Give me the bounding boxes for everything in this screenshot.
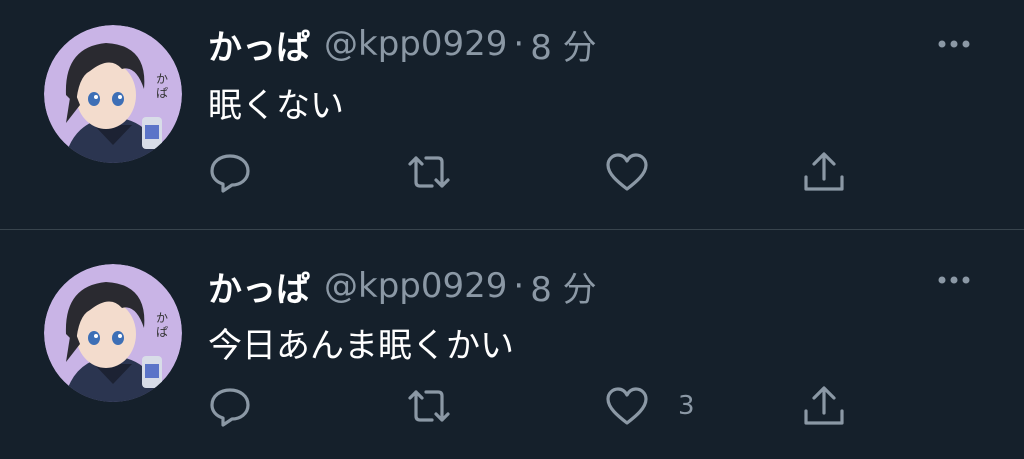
- share-button[interactable]: [800, 378, 848, 434]
- svg-text:ぱ: ぱ: [156, 86, 168, 100]
- like-button[interactable]: 3: [604, 378, 695, 434]
- tweet-text: 今日あんま眠くかい: [208, 326, 514, 366]
- like-icon: [606, 153, 648, 191]
- like-count: 3: [678, 391, 695, 421]
- retweet-button[interactable]: [404, 144, 454, 200]
- tweet-actions: [0, 144, 1024, 200]
- tweet-header: かっぱ @kpp0929 · 8 分: [208, 20, 597, 68]
- display-name[interactable]: かっぱ: [208, 262, 310, 311]
- like-button[interactable]: [604, 144, 678, 200]
- more-options-icon: [938, 276, 970, 284]
- svg-text:か: か: [156, 72, 168, 86]
- tweet[interactable]: か ぱ かっぱ @kpp0929 · 8 分 眠くない: [0, 0, 1024, 229]
- separator-dot: ·: [513, 24, 525, 64]
- more-options-button[interactable]: [930, 30, 978, 58]
- reply-button[interactable]: [208, 144, 252, 200]
- retweet-icon: [408, 390, 450, 422]
- timeline-feed: か ぱ かっぱ @kpp0929 · 8 分 眠くない か ぱ かっぱ @kpp…: [0, 0, 1024, 459]
- reply-icon: [210, 154, 250, 193]
- share-icon: [804, 386, 844, 425]
- tweet-text: 眠くない: [208, 86, 344, 126]
- timestamp[interactable]: 8 分: [530, 262, 596, 311]
- reply-button[interactable]: [208, 378, 252, 434]
- retweet-icon: [408, 156, 450, 188]
- tweet-header: かっぱ @kpp0929 · 8 分: [208, 262, 597, 310]
- separator-dot: ·: [513, 266, 525, 306]
- share-button[interactable]: [800, 144, 848, 200]
- timestamp[interactable]: 8 分: [530, 20, 596, 69]
- tweet[interactable]: か ぱ かっぱ @kpp0929 · 8 分 今日あんま眠くかい 3: [0, 230, 1024, 459]
- svg-text:ぱ: ぱ: [156, 325, 168, 339]
- avatar[interactable]: か ぱ: [44, 25, 182, 163]
- user-handle[interactable]: @kpp0929: [324, 24, 507, 64]
- svg-text:か: か: [156, 311, 168, 325]
- more-options-button[interactable]: [930, 266, 978, 294]
- like-icon: [606, 387, 648, 425]
- retweet-button[interactable]: [404, 378, 454, 434]
- user-handle[interactable]: @kpp0929: [324, 266, 507, 306]
- more-options-icon: [938, 40, 970, 48]
- tweet-actions: 3: [0, 378, 1024, 434]
- share-icon: [804, 152, 844, 191]
- reply-icon: [210, 388, 250, 427]
- display-name[interactable]: かっぱ: [208, 20, 310, 69]
